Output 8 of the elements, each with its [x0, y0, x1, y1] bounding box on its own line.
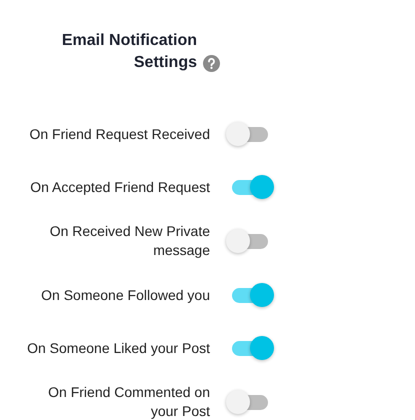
setting-label: On Someone Liked your Post — [26, 338, 210, 358]
help-icon[interactable] — [203, 55, 220, 72]
setting-label: On Friend Request Received — [28, 124, 210, 144]
setting-label: On Friend Commented on your Post — [47, 383, 210, 420]
section-title: Email Notification Settings — [62, 31, 197, 73]
setting-label: On Someone Followed you — [40, 286, 210, 304]
setting-label: On Accepted Friend Request — [29, 178, 210, 196]
setting-label: On Received New Private message — [48, 222, 210, 260]
